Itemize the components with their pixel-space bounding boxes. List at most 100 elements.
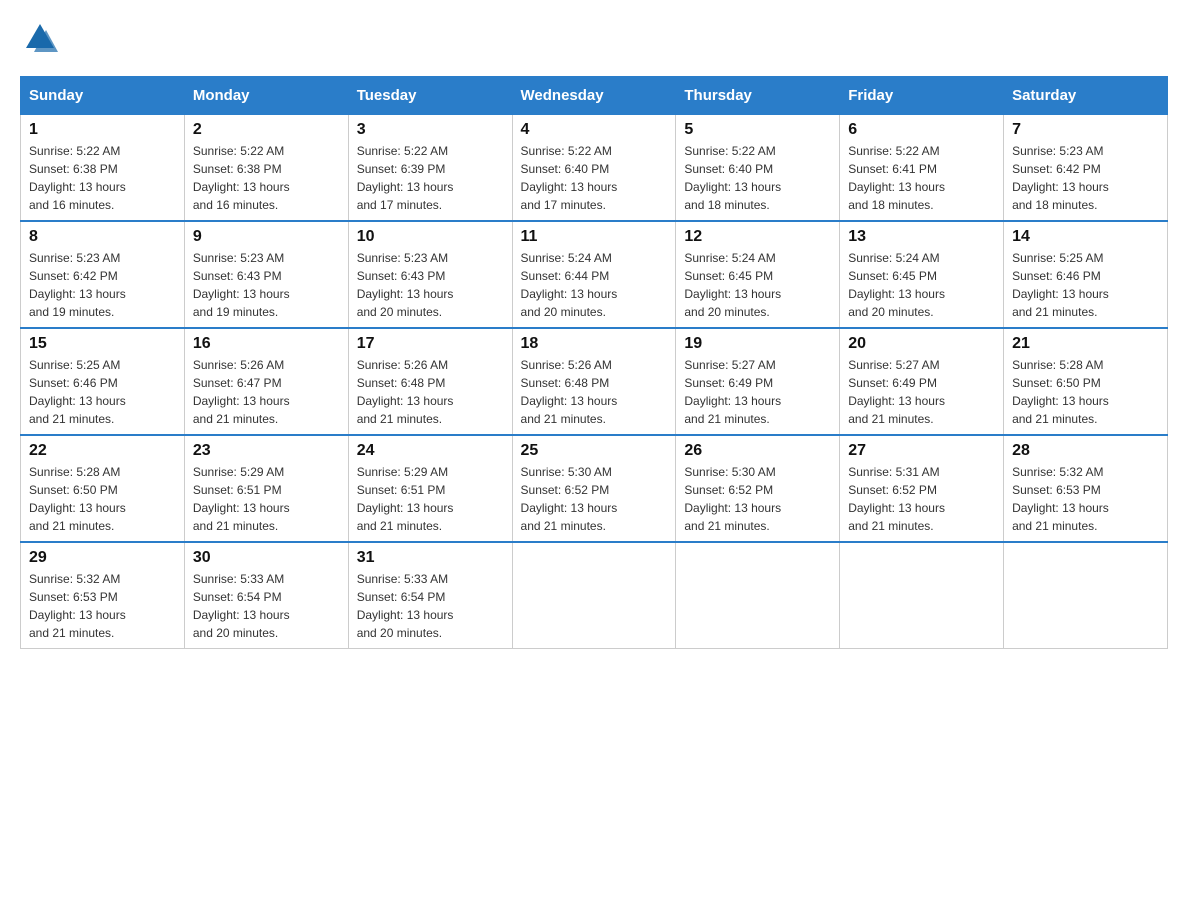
day-info: Sunrise: 5:25 AMSunset: 6:46 PMDaylight:… <box>29 358 126 426</box>
column-header-friday: Friday <box>840 77 1004 115</box>
calendar-day-cell: 4 Sunrise: 5:22 AMSunset: 6:40 PMDayligh… <box>512 115 676 222</box>
calendar-week-row: 15 Sunrise: 5:25 AMSunset: 6:46 PMDaylig… <box>21 328 1168 435</box>
day-number: 5 <box>684 121 831 139</box>
day-info: Sunrise: 5:22 AMSunset: 6:40 PMDaylight:… <box>521 144 618 212</box>
day-info: Sunrise: 5:22 AMSunset: 6:38 PMDaylight:… <box>193 144 290 212</box>
column-header-thursday: Thursday <box>676 77 840 115</box>
calendar-week-row: 1 Sunrise: 5:22 AMSunset: 6:38 PMDayligh… <box>21 115 1168 222</box>
calendar-week-row: 22 Sunrise: 5:28 AMSunset: 6:50 PMDaylig… <box>21 435 1168 542</box>
day-number: 11 <box>521 228 668 246</box>
calendar-day-cell: 30 Sunrise: 5:33 AMSunset: 6:54 PMDaylig… <box>184 542 348 649</box>
day-number: 25 <box>521 442 668 460</box>
calendar-day-cell: 2 Sunrise: 5:22 AMSunset: 6:38 PMDayligh… <box>184 115 348 222</box>
day-number: 24 <box>357 442 504 460</box>
day-info: Sunrise: 5:23 AMSunset: 6:43 PMDaylight:… <box>357 251 454 319</box>
calendar-day-cell: 29 Sunrise: 5:32 AMSunset: 6:53 PMDaylig… <box>21 542 185 649</box>
calendar-day-cell: 31 Sunrise: 5:33 AMSunset: 6:54 PMDaylig… <box>348 542 512 649</box>
column-header-monday: Monday <box>184 77 348 115</box>
day-info: Sunrise: 5:31 AMSunset: 6:52 PMDaylight:… <box>848 465 945 533</box>
day-number: 28 <box>1012 442 1159 460</box>
calendar-day-cell: 3 Sunrise: 5:22 AMSunset: 6:39 PMDayligh… <box>348 115 512 222</box>
day-info: Sunrise: 5:24 AMSunset: 6:44 PMDaylight:… <box>521 251 618 319</box>
day-number: 16 <box>193 335 340 353</box>
day-info: Sunrise: 5:28 AMSunset: 6:50 PMDaylight:… <box>1012 358 1109 426</box>
calendar-day-cell: 22 Sunrise: 5:28 AMSunset: 6:50 PMDaylig… <box>21 435 185 542</box>
calendar-day-cell: 14 Sunrise: 5:25 AMSunset: 6:46 PMDaylig… <box>1004 221 1168 328</box>
calendar-day-cell <box>840 542 1004 649</box>
day-info: Sunrise: 5:28 AMSunset: 6:50 PMDaylight:… <box>29 465 126 533</box>
calendar-day-cell: 26 Sunrise: 5:30 AMSunset: 6:52 PMDaylig… <box>676 435 840 542</box>
day-number: 10 <box>357 228 504 246</box>
day-info: Sunrise: 5:30 AMSunset: 6:52 PMDaylight:… <box>684 465 781 533</box>
day-number: 15 <box>29 335 176 353</box>
calendar-day-cell: 16 Sunrise: 5:26 AMSunset: 6:47 PMDaylig… <box>184 328 348 435</box>
day-info: Sunrise: 5:29 AMSunset: 6:51 PMDaylight:… <box>193 465 290 533</box>
calendar-day-cell: 24 Sunrise: 5:29 AMSunset: 6:51 PMDaylig… <box>348 435 512 542</box>
day-info: Sunrise: 5:25 AMSunset: 6:46 PMDaylight:… <box>1012 251 1109 319</box>
day-number: 7 <box>1012 121 1159 139</box>
day-number: 20 <box>848 335 995 353</box>
calendar-day-cell <box>512 542 676 649</box>
day-info: Sunrise: 5:22 AMSunset: 6:41 PMDaylight:… <box>848 144 945 212</box>
logo-icon <box>22 20 58 56</box>
calendar-day-cell <box>676 542 840 649</box>
day-number: 4 <box>521 121 668 139</box>
day-info: Sunrise: 5:29 AMSunset: 6:51 PMDaylight:… <box>357 465 454 533</box>
day-number: 3 <box>357 121 504 139</box>
calendar-day-cell: 12 Sunrise: 5:24 AMSunset: 6:45 PMDaylig… <box>676 221 840 328</box>
calendar-table: SundayMondayTuesdayWednesdayThursdayFrid… <box>20 76 1168 649</box>
day-info: Sunrise: 5:24 AMSunset: 6:45 PMDaylight:… <box>684 251 781 319</box>
day-number: 21 <box>1012 335 1159 353</box>
calendar-day-cell: 20 Sunrise: 5:27 AMSunset: 6:49 PMDaylig… <box>840 328 1004 435</box>
calendar-day-cell: 19 Sunrise: 5:27 AMSunset: 6:49 PMDaylig… <box>676 328 840 435</box>
day-info: Sunrise: 5:26 AMSunset: 6:48 PMDaylight:… <box>357 358 454 426</box>
day-number: 9 <box>193 228 340 246</box>
calendar-day-cell: 27 Sunrise: 5:31 AMSunset: 6:52 PMDaylig… <box>840 435 1004 542</box>
column-header-sunday: Sunday <box>21 77 185 115</box>
day-info: Sunrise: 5:30 AMSunset: 6:52 PMDaylight:… <box>521 465 618 533</box>
column-header-tuesday: Tuesday <box>348 77 512 115</box>
day-info: Sunrise: 5:22 AMSunset: 6:39 PMDaylight:… <box>357 144 454 212</box>
day-number: 17 <box>357 335 504 353</box>
calendar-week-row: 8 Sunrise: 5:23 AMSunset: 6:42 PMDayligh… <box>21 221 1168 328</box>
column-header-wednesday: Wednesday <box>512 77 676 115</box>
day-number: 31 <box>357 549 504 567</box>
calendar-day-cell: 17 Sunrise: 5:26 AMSunset: 6:48 PMDaylig… <box>348 328 512 435</box>
day-number: 13 <box>848 228 995 246</box>
day-number: 29 <box>29 549 176 567</box>
day-number: 1 <box>29 121 176 139</box>
calendar-day-cell: 11 Sunrise: 5:24 AMSunset: 6:44 PMDaylig… <box>512 221 676 328</box>
day-info: Sunrise: 5:26 AMSunset: 6:48 PMDaylight:… <box>521 358 618 426</box>
day-number: 2 <box>193 121 340 139</box>
day-info: Sunrise: 5:24 AMSunset: 6:45 PMDaylight:… <box>848 251 945 319</box>
calendar-header-row: SundayMondayTuesdayWednesdayThursdayFrid… <box>21 77 1168 115</box>
calendar-day-cell: 1 Sunrise: 5:22 AMSunset: 6:38 PMDayligh… <box>21 115 185 222</box>
calendar-day-cell: 7 Sunrise: 5:23 AMSunset: 6:42 PMDayligh… <box>1004 115 1168 222</box>
day-number: 27 <box>848 442 995 460</box>
column-header-saturday: Saturday <box>1004 77 1168 115</box>
calendar-day-cell <box>1004 542 1168 649</box>
calendar-day-cell: 15 Sunrise: 5:25 AMSunset: 6:46 PMDaylig… <box>21 328 185 435</box>
day-number: 22 <box>29 442 176 460</box>
day-info: Sunrise: 5:22 AMSunset: 6:38 PMDaylight:… <box>29 144 126 212</box>
calendar-day-cell: 8 Sunrise: 5:23 AMSunset: 6:42 PMDayligh… <box>21 221 185 328</box>
day-info: Sunrise: 5:32 AMSunset: 6:53 PMDaylight:… <box>29 572 126 640</box>
day-info: Sunrise: 5:22 AMSunset: 6:40 PMDaylight:… <box>684 144 781 212</box>
day-number: 8 <box>29 228 176 246</box>
day-number: 30 <box>193 549 340 567</box>
calendar-day-cell: 10 Sunrise: 5:23 AMSunset: 6:43 PMDaylig… <box>348 221 512 328</box>
day-info: Sunrise: 5:33 AMSunset: 6:54 PMDaylight:… <box>193 572 290 640</box>
calendar-day-cell: 5 Sunrise: 5:22 AMSunset: 6:40 PMDayligh… <box>676 115 840 222</box>
day-info: Sunrise: 5:23 AMSunset: 6:42 PMDaylight:… <box>1012 144 1109 212</box>
calendar-day-cell: 28 Sunrise: 5:32 AMSunset: 6:53 PMDaylig… <box>1004 435 1168 542</box>
day-info: Sunrise: 5:26 AMSunset: 6:47 PMDaylight:… <box>193 358 290 426</box>
calendar-day-cell: 18 Sunrise: 5:26 AMSunset: 6:48 PMDaylig… <box>512 328 676 435</box>
day-info: Sunrise: 5:33 AMSunset: 6:54 PMDaylight:… <box>357 572 454 640</box>
page-header <box>20 20 1168 56</box>
day-info: Sunrise: 5:27 AMSunset: 6:49 PMDaylight:… <box>848 358 945 426</box>
calendar-day-cell: 25 Sunrise: 5:30 AMSunset: 6:52 PMDaylig… <box>512 435 676 542</box>
logo <box>20 20 60 56</box>
day-number: 6 <box>848 121 995 139</box>
day-number: 26 <box>684 442 831 460</box>
calendar-day-cell: 6 Sunrise: 5:22 AMSunset: 6:41 PMDayligh… <box>840 115 1004 222</box>
